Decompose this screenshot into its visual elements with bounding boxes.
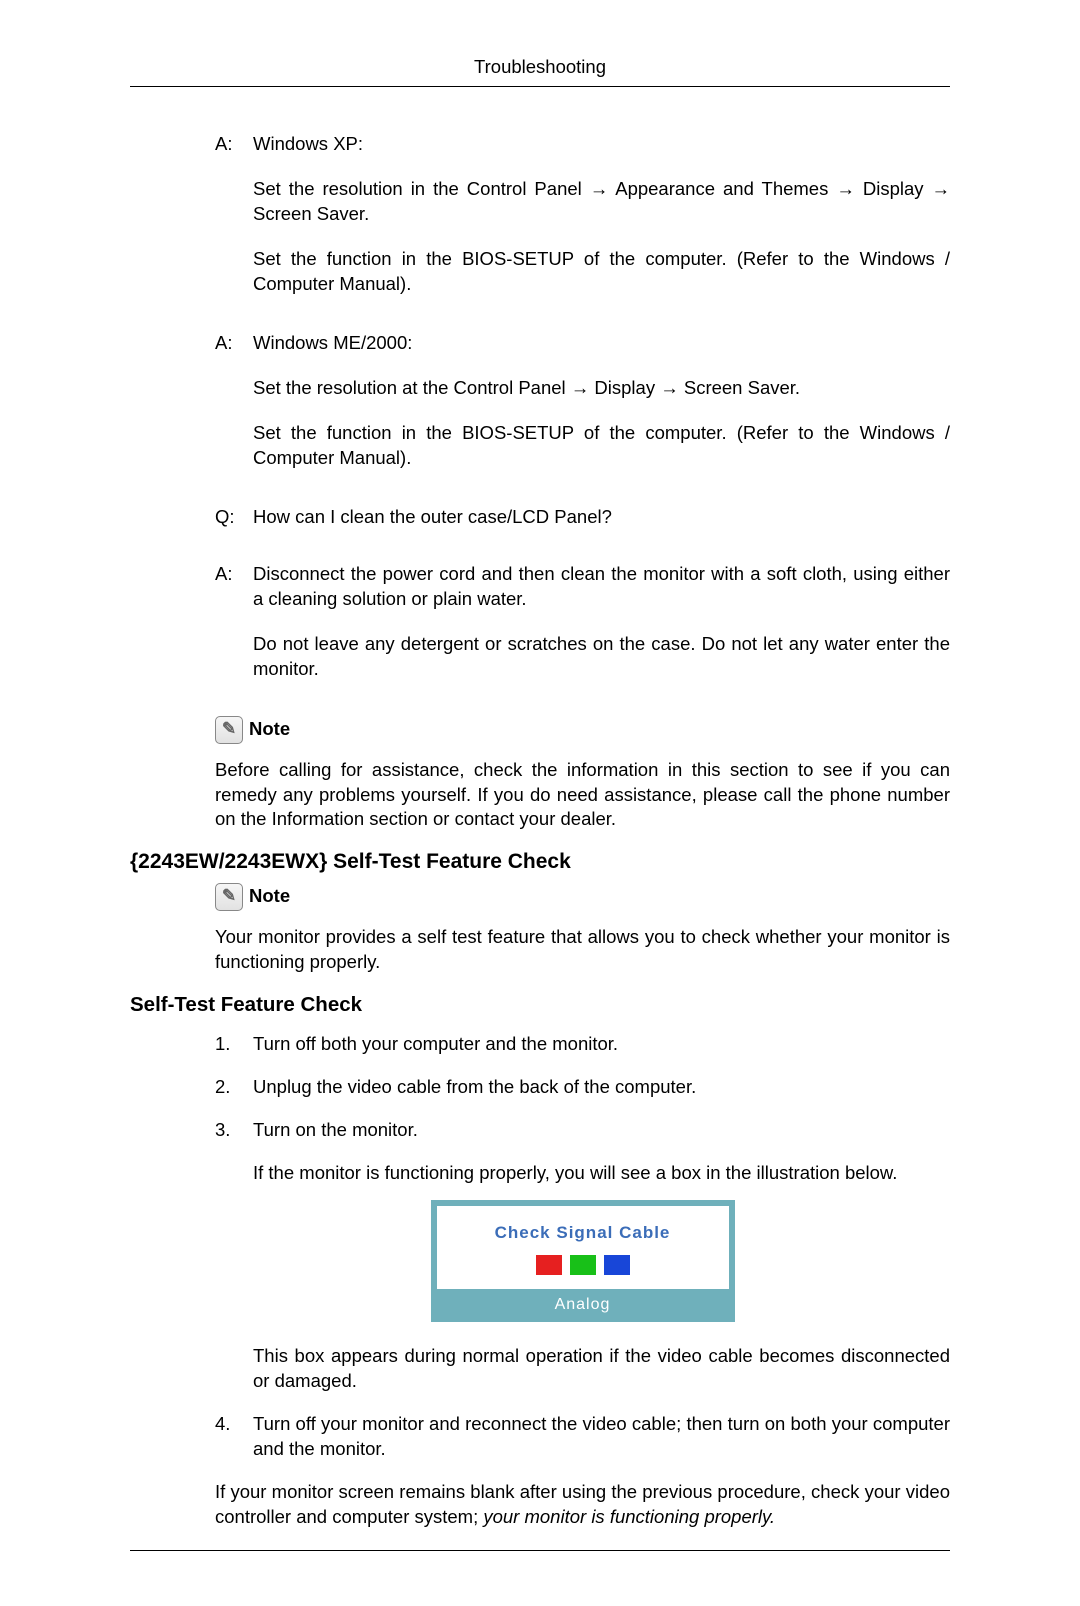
qa-text: How can I clean the outer case/LCD Panel…: [253, 505, 950, 530]
color-square-green: [570, 1255, 596, 1275]
qa-label: A:: [215, 331, 253, 491]
list-number: 4.: [215, 1412, 253, 1462]
note-text: Before calling for assistance, check the…: [130, 758, 950, 833]
dialog-title: Check Signal Cable: [445, 1222, 721, 1245]
dialog-mode-label: Analog: [434, 1292, 732, 1319]
page-header: Troubleshooting: [130, 55, 950, 86]
list-text: Turn off your monitor and reconnect the …: [253, 1412, 950, 1462]
list-number: [215, 1344, 253, 1394]
qa-text: Do not leave any detergent or scratches …: [253, 632, 950, 682]
list-text: This box appears during normal operation…: [253, 1344, 950, 1394]
qa-text: Set the resolution in the Control Panel …: [253, 177, 950, 227]
subsection-heading: Self-Test Feature Check: [130, 991, 950, 1019]
qa-entry: Q: How can I clean the outer case/LCD Pa…: [215, 505, 950, 548]
list-text: Turn off both your computer and the moni…: [253, 1032, 950, 1057]
qa-label: Q:: [215, 505, 253, 548]
qa-entry: A: Disconnect the power cord and then cl…: [215, 562, 950, 702]
monitor-dialog: Check Signal Cable Analog: [431, 1200, 735, 1322]
note-block: ✎ Note: [215, 883, 950, 911]
section-heading: {2243EW/2243EWX} Self-Test Feature Check: [130, 848, 950, 876]
qa-text: Disconnect the power cord and then clean…: [253, 562, 950, 612]
closing-text: If your monitor screen remains blank aft…: [130, 1480, 950, 1530]
list-number: 2.: [215, 1075, 253, 1100]
note-icon: ✎: [215, 883, 243, 911]
list-item: 2. Unplug the video cable from the back …: [215, 1075, 950, 1100]
note-block: ✎ Note: [215, 716, 950, 744]
list-item: 4. Turn off your monitor and reconnect t…: [215, 1412, 950, 1462]
color-square-blue: [604, 1255, 630, 1275]
closing-italic: your monitor is functioning properly.: [483, 1506, 775, 1527]
qa-text: Windows ME/2000:: [253, 331, 950, 356]
qa-entry: A: Windows ME/2000: Set the resolution a…: [215, 331, 950, 491]
list-text: Unplug the video cable from the back of …: [253, 1075, 950, 1100]
qa-text: Set the function in the BIOS-SETUP of th…: [253, 421, 950, 471]
list-item: This box appears during normal operation…: [215, 1344, 950, 1394]
qa-label: A:: [215, 132, 253, 317]
color-indicators: [445, 1255, 721, 1275]
qa-text: Set the resolution at the Control Panel …: [253, 376, 950, 401]
qa-text: Set the function in the BIOS-SETUP of th…: [253, 247, 950, 297]
note-label: Note: [249, 884, 290, 909]
qa-text: Windows XP:: [253, 132, 950, 157]
list-text: Turn on the monitor.: [253, 1118, 950, 1143]
list-number: 3.: [215, 1118, 253, 1186]
footer-rule: [130, 1550, 950, 1551]
note-icon: ✎: [215, 716, 243, 744]
list-number: 1.: [215, 1032, 253, 1057]
list-item: 1. Turn off both your computer and the m…: [215, 1032, 950, 1057]
qa-label: A:: [215, 562, 253, 702]
note-label: Note: [249, 717, 290, 742]
section-text: Your monitor provides a self test featur…: [130, 925, 950, 975]
color-square-red: [536, 1255, 562, 1275]
list-text: If the monitor is functioning properly, …: [253, 1161, 950, 1186]
list-item: 3. Turn on the monitor. If the monitor i…: [215, 1118, 950, 1186]
qa-entry: A: Windows XP: Set the resolution in the…: [215, 132, 950, 317]
